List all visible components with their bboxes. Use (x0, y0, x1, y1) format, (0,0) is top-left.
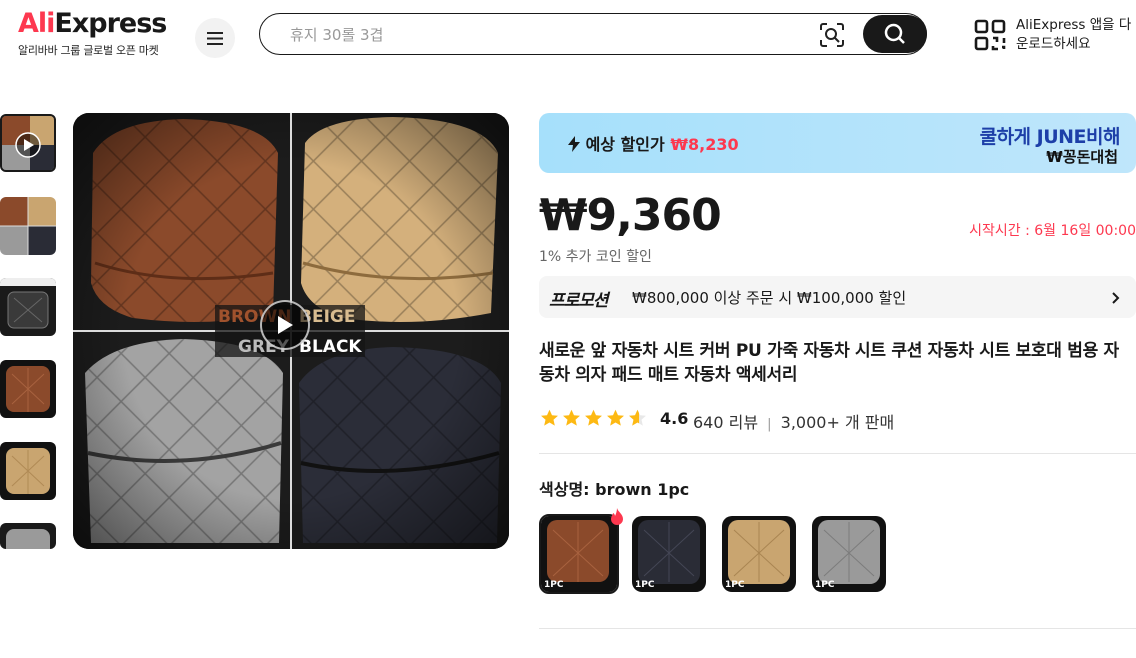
sale-start-time: 시작시간 : 6월 16일 00:00 (969, 223, 1136, 239)
half-star-icon (629, 409, 646, 426)
star-icon (541, 409, 558, 426)
swatch-tag: 1PC (544, 580, 564, 590)
gallery-thumbnail[interactable] (0, 278, 56, 336)
divider (539, 628, 1136, 629)
hamburger-icon (207, 31, 223, 45)
gallery-thumbnail[interactable] (0, 360, 56, 418)
label-black: BLACK (299, 337, 362, 357)
review-count[interactable]: 640 리뷰 (693, 413, 758, 432)
star-icon (585, 409, 602, 426)
estimated-discount-price: 예상 할인가 ₩8,230 (568, 131, 739, 155)
qr-code-icon[interactable] (974, 19, 1006, 51)
color-swatch-brown[interactable]: 1PC (539, 514, 619, 594)
star-icon (563, 409, 580, 426)
estimated-label: 예상 할인가 (585, 135, 665, 154)
gallery-thumbnail[interactable] (0, 442, 56, 500)
gallery-thumbnail[interactable] (0, 197, 56, 255)
color-swatch-beige[interactable]: 1PC (722, 516, 796, 592)
gallery-thumbnail[interactable] (0, 523, 56, 549)
review-summary: 640 리뷰 | 3,000+ 개 판매 (693, 409, 894, 433)
product-price: ₩9,360 (539, 190, 722, 241)
play-icon (278, 316, 293, 334)
swatch-tag: 1PC (815, 580, 835, 590)
sold-count: 3,000+ 개 판매 (780, 413, 895, 432)
star-icon (607, 409, 624, 426)
color-swatch-black[interactable]: 1PC (632, 516, 706, 592)
search-icon (884, 23, 905, 44)
selected-color-label: 색상명: brown 1pc (539, 480, 690, 499)
logo-tagline: 알리바바 그룹 글로벌 오픈 마켓 (18, 44, 159, 57)
search-button[interactable] (863, 15, 927, 53)
search-input[interactable] (288, 22, 792, 48)
app-download-link[interactable]: AliExpress 앱을 다 운로드하세요 (1016, 16, 1136, 54)
app-promo-line2: 운로드하세요 (1016, 36, 1091, 52)
aliexpress-logo[interactable]: AliExpress 알리바바 그룹 글로벌 오픈 마켓 (18, 8, 178, 58)
swatch-tag: 1PC (635, 580, 655, 590)
hot-fire-icon (609, 508, 625, 526)
gallery-thumbnail-video[interactable] (0, 114, 56, 172)
app-promo-line1: AliExpress 앱을 다 (1016, 17, 1132, 33)
separator: | (767, 417, 772, 432)
divider (539, 453, 1136, 454)
logo-wordmark: AliExpress (18, 8, 178, 40)
estimated-value: ₩8,230 (670, 135, 739, 154)
rating-value: 4.6 (660, 409, 689, 428)
lightning-icon (568, 136, 580, 152)
logo-ali: Ali (18, 8, 55, 39)
swatch-tag: 1PC (725, 580, 745, 590)
promotion-tag: 프로모션 (549, 291, 609, 311)
logo-express: Express (54, 8, 167, 39)
event-title: 쿨하게 JUNE비해 (979, 126, 1121, 148)
image-search-icon[interactable] (818, 21, 846, 49)
coin-discount: 1% 추가 코인 할인 (539, 249, 652, 265)
play-video-button[interactable] (260, 300, 310, 350)
product-title: 새로운 앞 자동차 시트 커버 PU 가죽 자동차 시트 쿠션 자동차 시트 보… (539, 341, 1119, 385)
promotion-text: ₩800,000 이상 주문 시 ₩100,000 할인 (632, 289, 907, 307)
color-swatch-grey[interactable]: 1PC (812, 516, 886, 592)
menu-button[interactable] (195, 18, 235, 58)
rating-stars (540, 409, 647, 427)
event-subtitle: ₩꽁돈대첩 (1046, 148, 1118, 166)
chevron-right-icon[interactable] (1108, 288, 1124, 308)
